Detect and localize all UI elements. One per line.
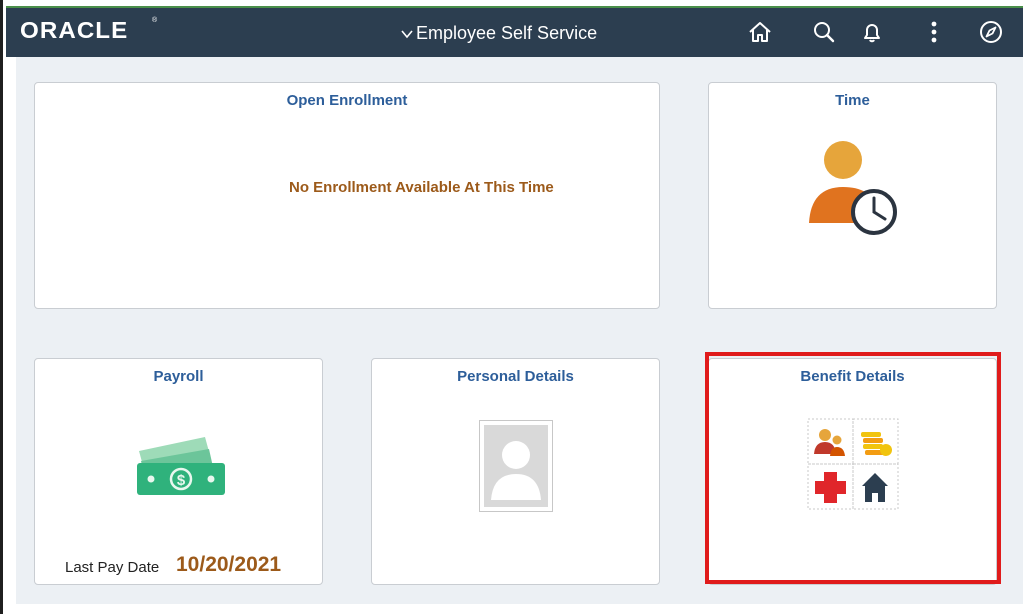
more-options-icon[interactable] [921, 19, 947, 45]
tile-time[interactable]: Time [708, 82, 997, 309]
tile-title: Open Enrollment [286, 92, 408, 109]
tile-title: Personal Details [457, 368, 574, 385]
tile-personal-details[interactable]: Personal Details [371, 358, 660, 585]
bell-icon[interactable] [859, 19, 885, 45]
tile-payroll[interactable]: Payroll $ Last Pay Date 10/20/2021 [34, 358, 323, 585]
tile-title: Time [835, 92, 870, 109]
homepage-selector[interactable]: Employee Self Service [400, 23, 597, 44]
compass-icon[interactable] [978, 19, 1004, 45]
profile-photo-placeholder-icon [479, 420, 553, 512]
app-header: ORACLE ® Employee Self Service [6, 6, 1023, 57]
money-icon: $ [137, 437, 225, 495]
home-icon[interactable] [747, 19, 773, 45]
enrollment-status-message: No Enrollment Available At This Time [289, 179, 554, 196]
logo-registered-mark: ® [152, 17, 158, 24]
chevron-down-icon [401, 29, 413, 38]
homepage-title: Employee Self Service [416, 23, 598, 43]
tile-open-enrollment[interactable]: Open Enrollment No Enrollment Available … [34, 82, 660, 309]
svg-text:$: $ [177, 472, 186, 489]
person-clock-icon [809, 141, 897, 235]
tile-title: Payroll [153, 368, 204, 385]
search-icon[interactable] [811, 19, 837, 45]
last-pay-date-label: Last Pay Date [65, 559, 160, 576]
window-frame-edge [0, 0, 3, 614]
last-pay-date-value: 10/20/2021 [176, 553, 282, 576]
oracle-logo: ORACLE [20, 17, 129, 43]
tile-highlight-box [705, 352, 1001, 584]
